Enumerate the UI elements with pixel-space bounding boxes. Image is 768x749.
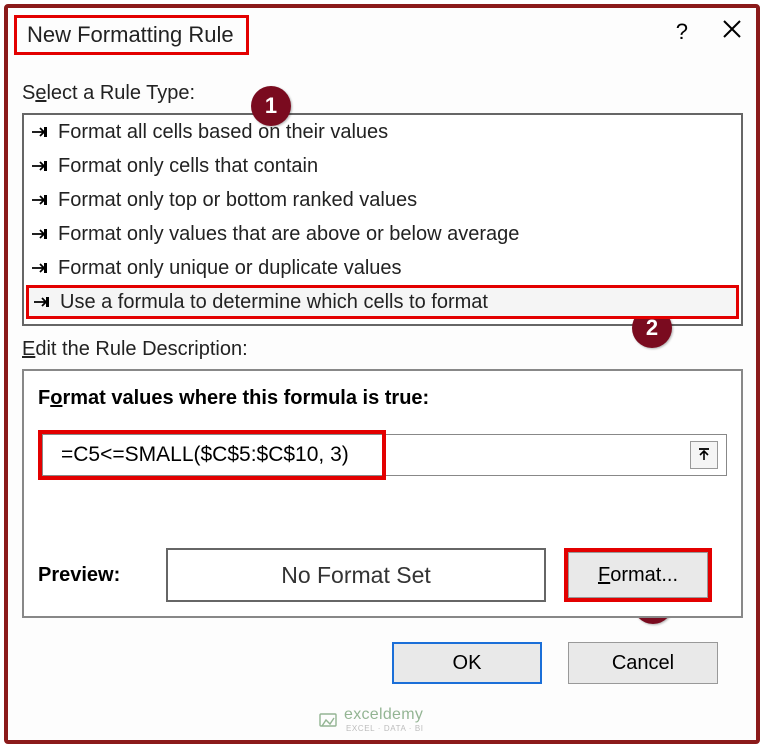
watermark-text: exceldemy: [344, 706, 424, 724]
dialog-buttons: OK Cancel: [22, 618, 742, 684]
preview-label: Preview:: [38, 564, 148, 587]
format-button-highlight: Format...: [564, 548, 712, 602]
formula-row: [38, 430, 727, 480]
window-buttons: ?: [676, 19, 742, 45]
rule-option-4[interactable]: Format only unique or duplicate values: [24, 251, 741, 285]
rule-icon: [32, 194, 50, 206]
formula-input[interactable]: [42, 434, 382, 476]
titlebar: New Formatting Rule ?: [8, 8, 756, 70]
preview-text: No Format Set: [281, 562, 431, 589]
preview-box: No Format Set: [166, 548, 546, 602]
rule-type-label: Select a Rule Type:: [22, 82, 742, 105]
rule-label: Format only cells that contain: [58, 155, 318, 178]
rule-label: Format only values that are above or bel…: [58, 223, 519, 246]
watermark-icon: [318, 710, 338, 730]
preview-row: Preview: No Format Set Format...: [38, 548, 727, 602]
new-formatting-rule-dialog: New Formatting Rule ? 1 2 3 4 Select a R…: [4, 4, 760, 744]
rule-option-3[interactable]: Format only values that are above or bel…: [24, 217, 741, 251]
rule-label: Use a formula to determine which cells t…: [60, 291, 488, 314]
formula-highlight: [38, 430, 386, 480]
rule-option-5[interactable]: Use a formula to determine which cells t…: [26, 285, 739, 319]
formula-label: Format values where this formula is true…: [38, 387, 727, 410]
collapse-dialog-icon[interactable]: [690, 441, 718, 469]
rule-type-list: Format all cells based on their values F…: [22, 113, 743, 326]
rule-label: Format only top or bottom ranked values: [58, 189, 417, 212]
rule-icon: [34, 296, 52, 308]
dialog-title: New Formatting Rule: [27, 22, 234, 47]
format-button[interactable]: Format...: [568, 552, 708, 598]
ok-button[interactable]: OK: [392, 642, 542, 684]
formula-field-tail: [386, 434, 727, 476]
rule-description-panel: Format values where this formula is true…: [22, 369, 743, 618]
rule-option-1[interactable]: Format only cells that contain: [24, 149, 741, 183]
watermark-subtext: EXCEL · DATA · BI: [346, 724, 424, 733]
rule-icon: [32, 262, 50, 274]
rule-option-2[interactable]: Format only top or bottom ranked values: [24, 183, 741, 217]
rule-option-0[interactable]: Format all cells based on their values: [24, 115, 741, 149]
help-icon[interactable]: ?: [676, 19, 688, 45]
rule-icon: [32, 228, 50, 240]
close-icon[interactable]: [722, 19, 742, 45]
rule-label: Format only unique or duplicate values: [58, 257, 402, 280]
title-highlight: New Formatting Rule: [14, 15, 249, 55]
watermark: exceldemy EXCEL · DATA · BI: [318, 706, 424, 733]
edit-description-label: Edit the Rule Description:: [22, 338, 742, 361]
rule-icon: [32, 160, 50, 172]
cancel-button[interactable]: Cancel: [568, 642, 718, 684]
rule-icon: [32, 126, 50, 138]
rule-label: Format all cells based on their values: [58, 121, 388, 144]
